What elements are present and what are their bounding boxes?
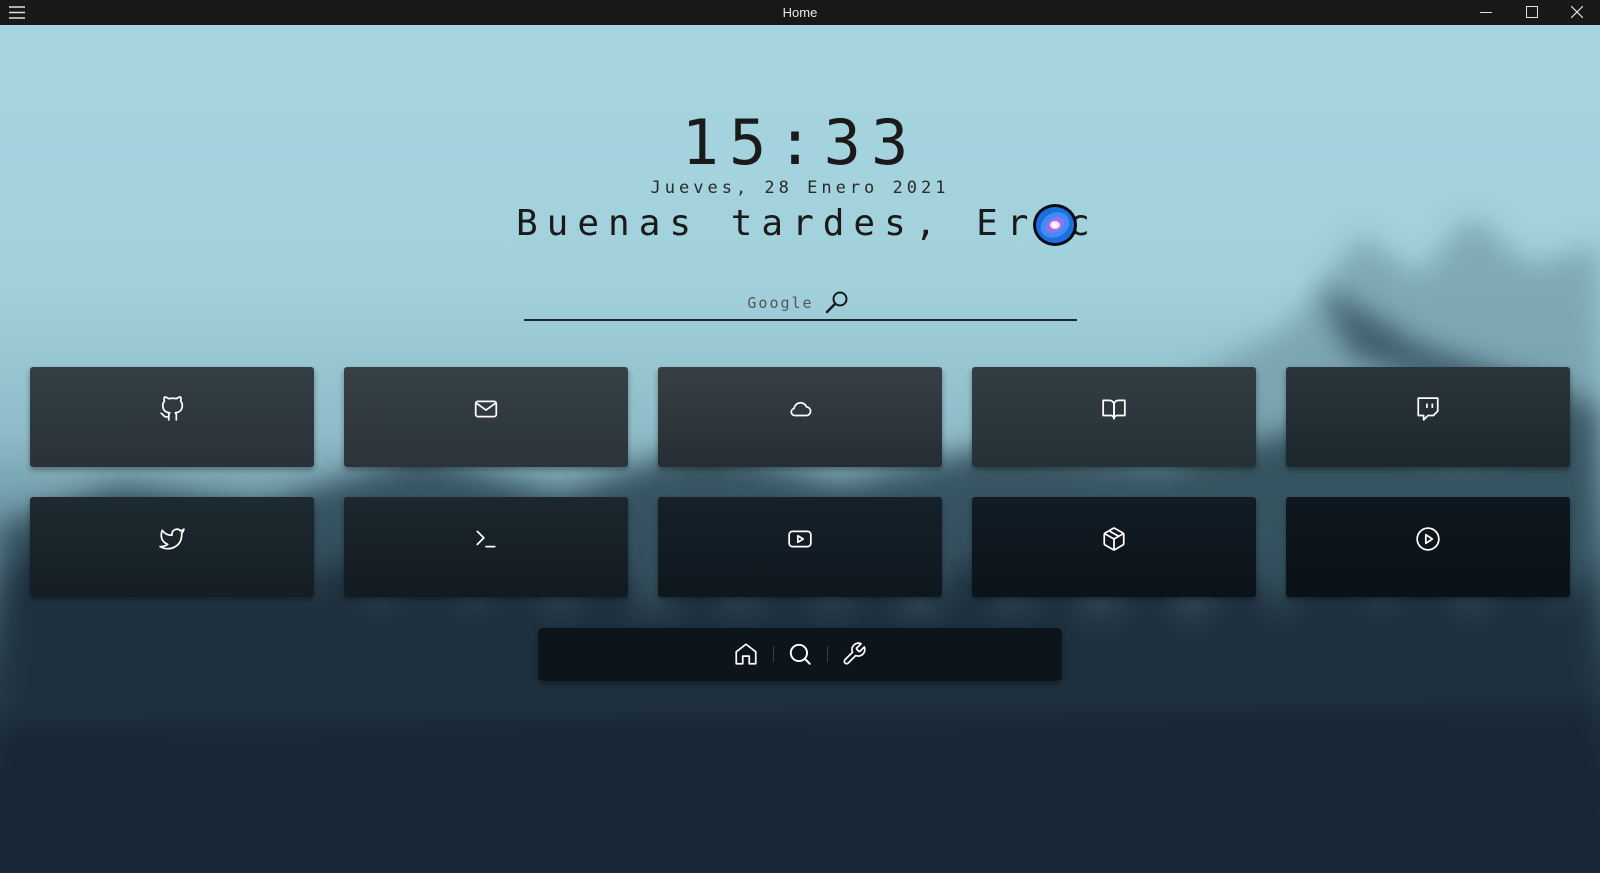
github-icon [160, 396, 184, 421]
book-icon [1102, 399, 1126, 420]
search-icon [789, 643, 811, 665]
mail-icon [474, 400, 498, 418]
youtube-icon [788, 530, 812, 548]
play-circle-icon [1416, 527, 1440, 551]
twitch-icon [1417, 397, 1439, 421]
galaxy-avatar-icon [1031, 201, 1079, 249]
minimize-button[interactable] [1463, 0, 1509, 25]
search-input[interactable] [524, 287, 1077, 319]
settings-button[interactable] [841, 641, 867, 667]
window-title: Home [782, 5, 818, 20]
wrench-icon [843, 642, 866, 665]
window-titlebar: Home [0, 0, 1600, 25]
github-tile[interactable] [30, 367, 314, 467]
twitch-tile[interactable] [1286, 367, 1570, 467]
bottom-dock [538, 628, 1062, 681]
mail-tile[interactable] [344, 367, 628, 467]
home-button[interactable] [733, 641, 759, 667]
close-icon [1571, 6, 1583, 18]
close-button[interactable] [1554, 0, 1600, 25]
terminal-tile[interactable] [344, 497, 628, 597]
minimize-icon [1480, 12, 1492, 13]
cloud-icon [790, 401, 812, 417]
maximize-icon [1526, 6, 1538, 18]
terminal-icon [476, 530, 496, 548]
dock-divider [827, 646, 828, 662]
dock-divider [773, 646, 774, 662]
package-tile[interactable] [972, 497, 1256, 597]
home-icon [735, 643, 757, 665]
maximize-button[interactable] [1509, 0, 1555, 25]
youtube-tile[interactable] [658, 497, 942, 597]
search-button[interactable] [787, 641, 813, 667]
play-tile[interactable] [1286, 497, 1570, 597]
twitter-icon [159, 528, 185, 550]
clock-time: 15:33 [681, 106, 919, 179]
package-icon [1103, 527, 1125, 551]
magnifier-icon[interactable] [824, 289, 850, 315]
cloud-tile[interactable] [658, 367, 942, 467]
search-bar [524, 287, 1077, 321]
twitter-tile[interactable] [30, 497, 314, 597]
greeting-text: Buenas tardes, Eric [516, 203, 1099, 244]
book-tile[interactable] [972, 367, 1256, 467]
clock-date: Jueves, 28 Enero 2021 [650, 178, 950, 198]
